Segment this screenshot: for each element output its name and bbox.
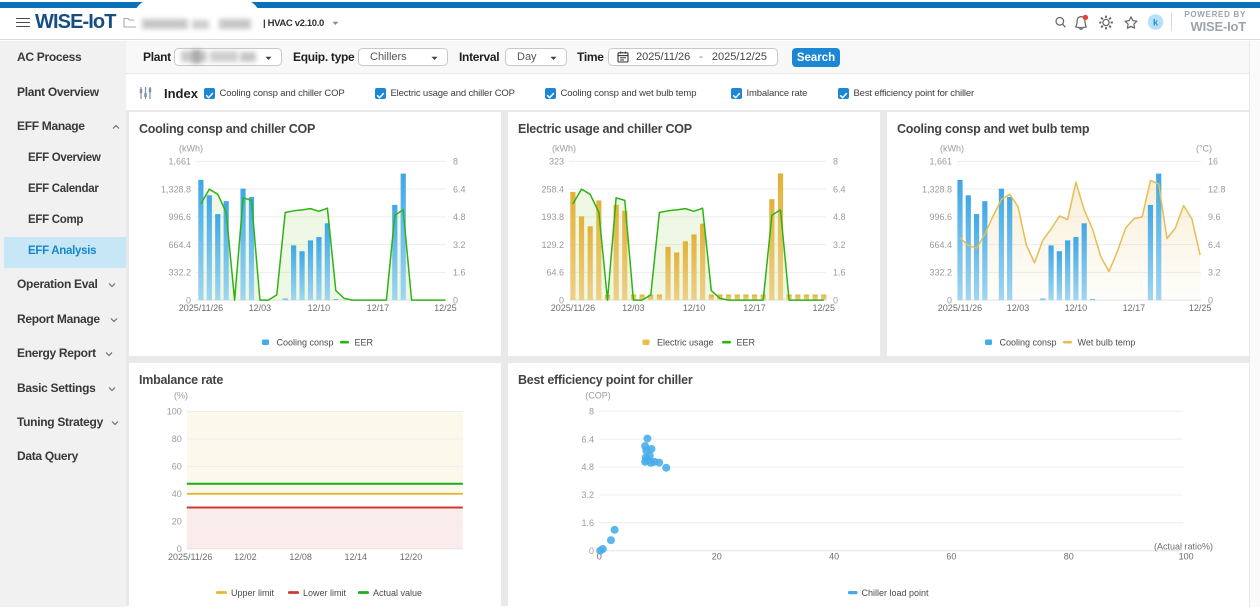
svg-text:80: 80 (1064, 551, 1074, 561)
svg-text:1.6: 1.6 (581, 518, 594, 528)
svg-text:EER: EER (355, 338, 374, 348)
svg-text:1,328.8: 1,328.8 (161, 184, 191, 194)
svg-text:Electric usage: Electric usage (657, 338, 714, 348)
svg-text:(kWh): (kWh) (179, 144, 203, 154)
svg-text:664.4: 664.4 (929, 240, 952, 250)
svg-text:4.8: 4.8 (453, 212, 466, 222)
svg-text:16: 16 (1208, 157, 1218, 167)
svg-text:(%): (%) (174, 391, 188, 401)
svg-text:100: 100 (167, 407, 182, 417)
svg-text:Cooling consp: Cooling consp (1000, 338, 1057, 348)
svg-text:996.6: 996.6 (929, 212, 952, 222)
svg-text:6.4: 6.4 (833, 184, 846, 194)
svg-text:8: 8 (589, 406, 594, 416)
svg-text:12/25: 12/25 (813, 303, 836, 313)
svg-text:12/17: 12/17 (367, 303, 390, 313)
svg-text:12/10: 12/10 (683, 303, 706, 313)
svg-text:258.4: 258.4 (541, 184, 564, 194)
svg-text:12/03: 12/03 (249, 303, 272, 313)
svg-text:12/20: 12/20 (400, 552, 423, 562)
svg-text:20: 20 (712, 551, 722, 561)
svg-text:1,661: 1,661 (168, 157, 191, 167)
svg-text:3.2: 3.2 (833, 240, 846, 250)
svg-text:12/03: 12/03 (1007, 303, 1030, 313)
svg-text:(Actual ratio%): (Actual ratio%) (1154, 542, 1213, 552)
svg-text:1.6: 1.6 (453, 268, 466, 278)
svg-text:EER: EER (737, 338, 756, 348)
svg-text:40: 40 (172, 489, 182, 499)
svg-text:6.4: 6.4 (453, 184, 466, 194)
svg-text:12/17: 12/17 (743, 303, 766, 313)
svg-text:12/02: 12/02 (234, 552, 257, 562)
svg-text:12/25: 12/25 (434, 303, 457, 313)
svg-text:12/17: 12/17 (1123, 303, 1146, 313)
svg-text:996.6: 996.6 (168, 212, 191, 222)
svg-text:Cooling consp: Cooling consp (277, 338, 334, 348)
svg-text:20: 20 (172, 517, 182, 527)
svg-text:12/03: 12/03 (622, 303, 645, 313)
svg-text:12/25: 12/25 (1189, 303, 1212, 313)
svg-text:Chiller load point: Chiller load point (862, 588, 930, 598)
svg-text:60: 60 (172, 462, 182, 472)
svg-text:40: 40 (829, 551, 839, 561)
svg-text:12/10: 12/10 (1065, 303, 1088, 313)
svg-text:80: 80 (172, 434, 182, 444)
svg-text:(kWh): (kWh) (552, 144, 576, 154)
svg-text:6.4: 6.4 (1208, 240, 1221, 250)
svg-text:12/14: 12/14 (345, 552, 368, 562)
svg-text:4.8: 4.8 (581, 462, 594, 472)
svg-text:2025/11/26: 2025/11/26 (938, 303, 982, 313)
svg-text:3.2: 3.2 (581, 490, 594, 500)
svg-text:2025/11/26: 2025/11/26 (168, 552, 212, 562)
svg-text:2025/11/26: 2025/11/26 (179, 303, 223, 313)
svg-text:100: 100 (1179, 551, 1194, 561)
svg-text:8: 8 (833, 157, 838, 167)
svg-text:9.6: 9.6 (1208, 212, 1221, 222)
svg-text:3.2: 3.2 (1208, 268, 1221, 278)
svg-text:(°C): (°C) (1196, 144, 1212, 154)
svg-text:3.2: 3.2 (453, 240, 466, 250)
svg-text:332.2: 332.2 (168, 268, 191, 278)
svg-text:1,328.8: 1,328.8 (922, 184, 952, 194)
svg-text:64.6: 64.6 (546, 268, 564, 278)
svg-text:6.4: 6.4 (581, 434, 594, 444)
svg-text:664.4: 664.4 (168, 240, 191, 250)
svg-text:12/10: 12/10 (308, 303, 331, 313)
svg-text:8: 8 (453, 157, 458, 167)
svg-text:0: 0 (589, 546, 594, 556)
svg-text:60: 60 (946, 551, 956, 561)
svg-text:323: 323 (549, 157, 564, 167)
svg-text:Upper limit: Upper limit (231, 588, 275, 598)
svg-text:12.8: 12.8 (1208, 184, 1226, 194)
svg-text:(COP): (COP) (585, 391, 611, 401)
svg-text:(kWh): (kWh) (940, 144, 964, 154)
svg-text:1.6: 1.6 (833, 268, 846, 278)
svg-text:193.8: 193.8 (541, 212, 564, 222)
svg-text:Wet bulb temp: Wet bulb temp (1078, 338, 1136, 348)
svg-text:332.2: 332.2 (929, 268, 952, 278)
svg-text:12/08: 12/08 (289, 552, 312, 562)
svg-text:129.2: 129.2 (541, 240, 564, 250)
svg-text:Lower limit: Lower limit (303, 588, 347, 598)
svg-text:Actual value: Actual value (373, 588, 422, 598)
svg-text:4.8: 4.8 (833, 212, 846, 222)
svg-text:2025/11/26: 2025/11/26 (551, 303, 595, 313)
svg-text:1,661: 1,661 (929, 157, 952, 167)
